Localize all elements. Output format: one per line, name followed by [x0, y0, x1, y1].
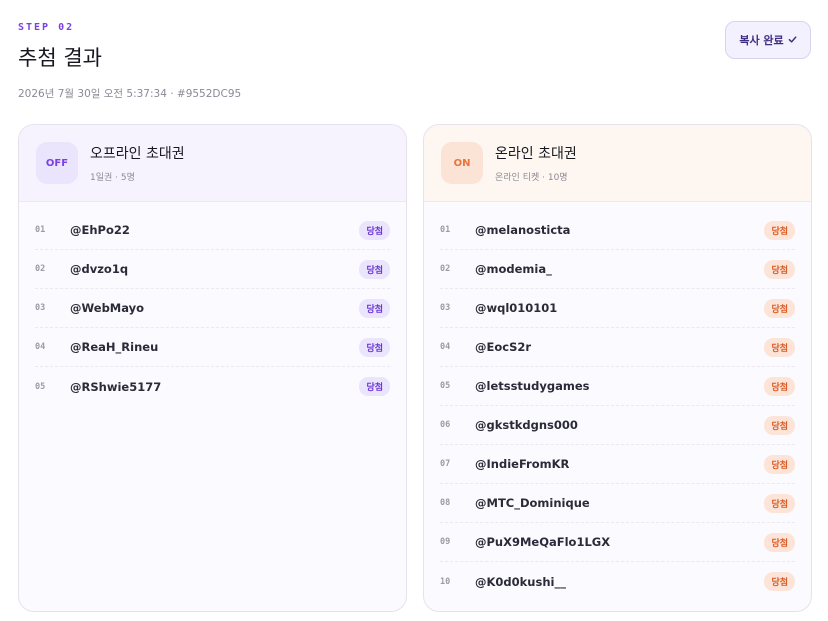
winner-row: 05 @RShwie5177 당첨 [35, 367, 390, 406]
offline-panel-subtitle: 1일권 · 5명 [90, 173, 135, 183]
winner-row: 02 @modemia_ 당첨 [440, 250, 795, 289]
winner-handle: @wql010101 [475, 301, 558, 315]
draw-meta: 2026년 7월 30일 오전 5:37:34 · #9552DC95 [18, 88, 242, 100]
copy-button[interactable]: 복사 완료 [725, 21, 811, 59]
winner-handle: @letsstudygames [475, 379, 590, 393]
winner-number: 07 [440, 459, 451, 469]
winner-row: 02 @dvzo1q 당첨 [35, 250, 390, 289]
offline-panel-header: OFF 오프라인 초대권 1일권 · 5명 [19, 125, 406, 202]
winner-number: 01 [440, 225, 451, 235]
winner-handle: @WebMayo [70, 301, 145, 315]
winner-status-badge: 당첨 [764, 572, 795, 591]
page-title: 추첨 결과 [18, 46, 102, 70]
online-panel-subtitle: 온라인 티켓 · 10명 [495, 173, 568, 183]
winner-number: 09 [440, 537, 451, 547]
winner-status-badge: 당첨 [359, 298, 390, 318]
winner-number: 05 [35, 381, 46, 392]
online-winner-list: 01 @melanosticta 당첨 02 @modemia_ 당첨 03 @wql0101… [424, 202, 811, 601]
winner-status-badge: 당첨 [764, 493, 795, 513]
winner-number: 03 [35, 303, 46, 313]
winner-status-badge: 당첨 [764, 454, 795, 474]
winner-row: 08 @MTC_Dominique 당첨 [440, 484, 795, 523]
winner-handle: @ReaH_Rineu [70, 340, 159, 354]
winner-handle: @IndieFromKR [475, 457, 570, 471]
online-panel: ON 온라인 초대권 온라인 티켓 · 10명 01 @melanosticta 당… [423, 124, 812, 612]
winner-status-badge: 당첨 [764, 415, 795, 435]
winner-status-badge: 당첨 [359, 377, 390, 396]
winner-number: 02 [35, 264, 46, 274]
online-mode-badge: ON [441, 142, 483, 184]
winner-status-badge: 당첨 [359, 220, 390, 240]
winner-status-badge: 당첨 [764, 259, 795, 279]
winner-row: 04 @EocS2r 당첨 [440, 328, 795, 367]
winner-handle: @RShwie5177 [70, 379, 162, 394]
winner-handle: @melanosticta [475, 223, 571, 237]
winner-number: 01 [35, 225, 46, 235]
winner-row: 01 @melanosticta 당첨 [440, 211, 795, 250]
online-panel-header: ON 온라인 초대권 온라인 티켓 · 10명 [424, 125, 811, 202]
winner-number: 03 [440, 303, 451, 313]
copy-button-label: 복사 완료 [739, 34, 784, 47]
winner-row: 03 @wql010101 당첨 [440, 289, 795, 328]
winner-handle: @EocS2r [475, 340, 532, 354]
winner-handle: @dvzo1q [70, 262, 129, 276]
winner-row: 07 @IndieFromKR 당첨 [440, 445, 795, 484]
winner-row: 10 @K0d0kushi__ 당첨 [440, 562, 795, 601]
winner-handle: @K0d0kushi__ [475, 574, 566, 589]
winner-number: 02 [440, 264, 451, 274]
winner-status-badge: 당첨 [764, 298, 795, 318]
winner-status-badge: 당첨 [764, 220, 795, 240]
winner-number: 05 [440, 381, 451, 391]
winner-status-badge: 당첨 [764, 337, 795, 357]
header: STEP 02 추첨 결과 2026년 7월 30일 오전 5:37:34 · … [18, 22, 241, 101]
winner-row: 04 @ReaH_Rineu 당첨 [35, 328, 390, 367]
winner-status-badge: 당첨 [764, 532, 795, 552]
winner-handle: @EhPo22 [70, 223, 130, 237]
offline-panel: OFF 오프라인 초대권 1일권 · 5명 01 @EhPo22 당첨 02 @dvzo… [18, 124, 407, 612]
winner-status-badge: 당첨 [764, 376, 795, 396]
winner-handle: @PuX9MeQaFlo1LGX [475, 535, 611, 549]
winner-number: 04 [35, 342, 46, 352]
winner-number: 06 [440, 420, 451, 430]
winner-handle: @modemia_ [475, 262, 552, 276]
winner-number: 08 [440, 498, 451, 508]
offline-winner-list: 01 @EhPo22 당첨 02 @dvzo1q 당첨 03 @WebMayo 당첨 04 @Rea… [19, 202, 406, 406]
winner-status-badge: 당첨 [359, 259, 390, 279]
winner-number: 04 [440, 342, 451, 352]
check-icon [788, 34, 797, 47]
online-panel-title: 온라인 초대권 [495, 146, 577, 162]
offline-mode-badge: OFF [36, 142, 78, 184]
winner-row: 05 @letsstudygames 당첨 [440, 367, 795, 406]
winner-handle: @MTC_Dominique [475, 496, 590, 510]
winner-handle: @gkstkdgns000 [475, 418, 578, 432]
winner-number: 10 [440, 576, 451, 587]
winner-row: 03 @WebMayo 당첨 [35, 289, 390, 328]
offline-panel-title: 오프라인 초대권 [90, 146, 185, 162]
step-label: STEP 02 [18, 22, 75, 33]
winner-row: 09 @PuX9MeQaFlo1LGX 당첨 [440, 523, 795, 562]
winner-row: 06 @gkstkdgns000 당첨 [440, 406, 795, 445]
winner-row: 01 @EhPo22 당첨 [35, 211, 390, 250]
winner-status-badge: 당첨 [359, 337, 390, 357]
